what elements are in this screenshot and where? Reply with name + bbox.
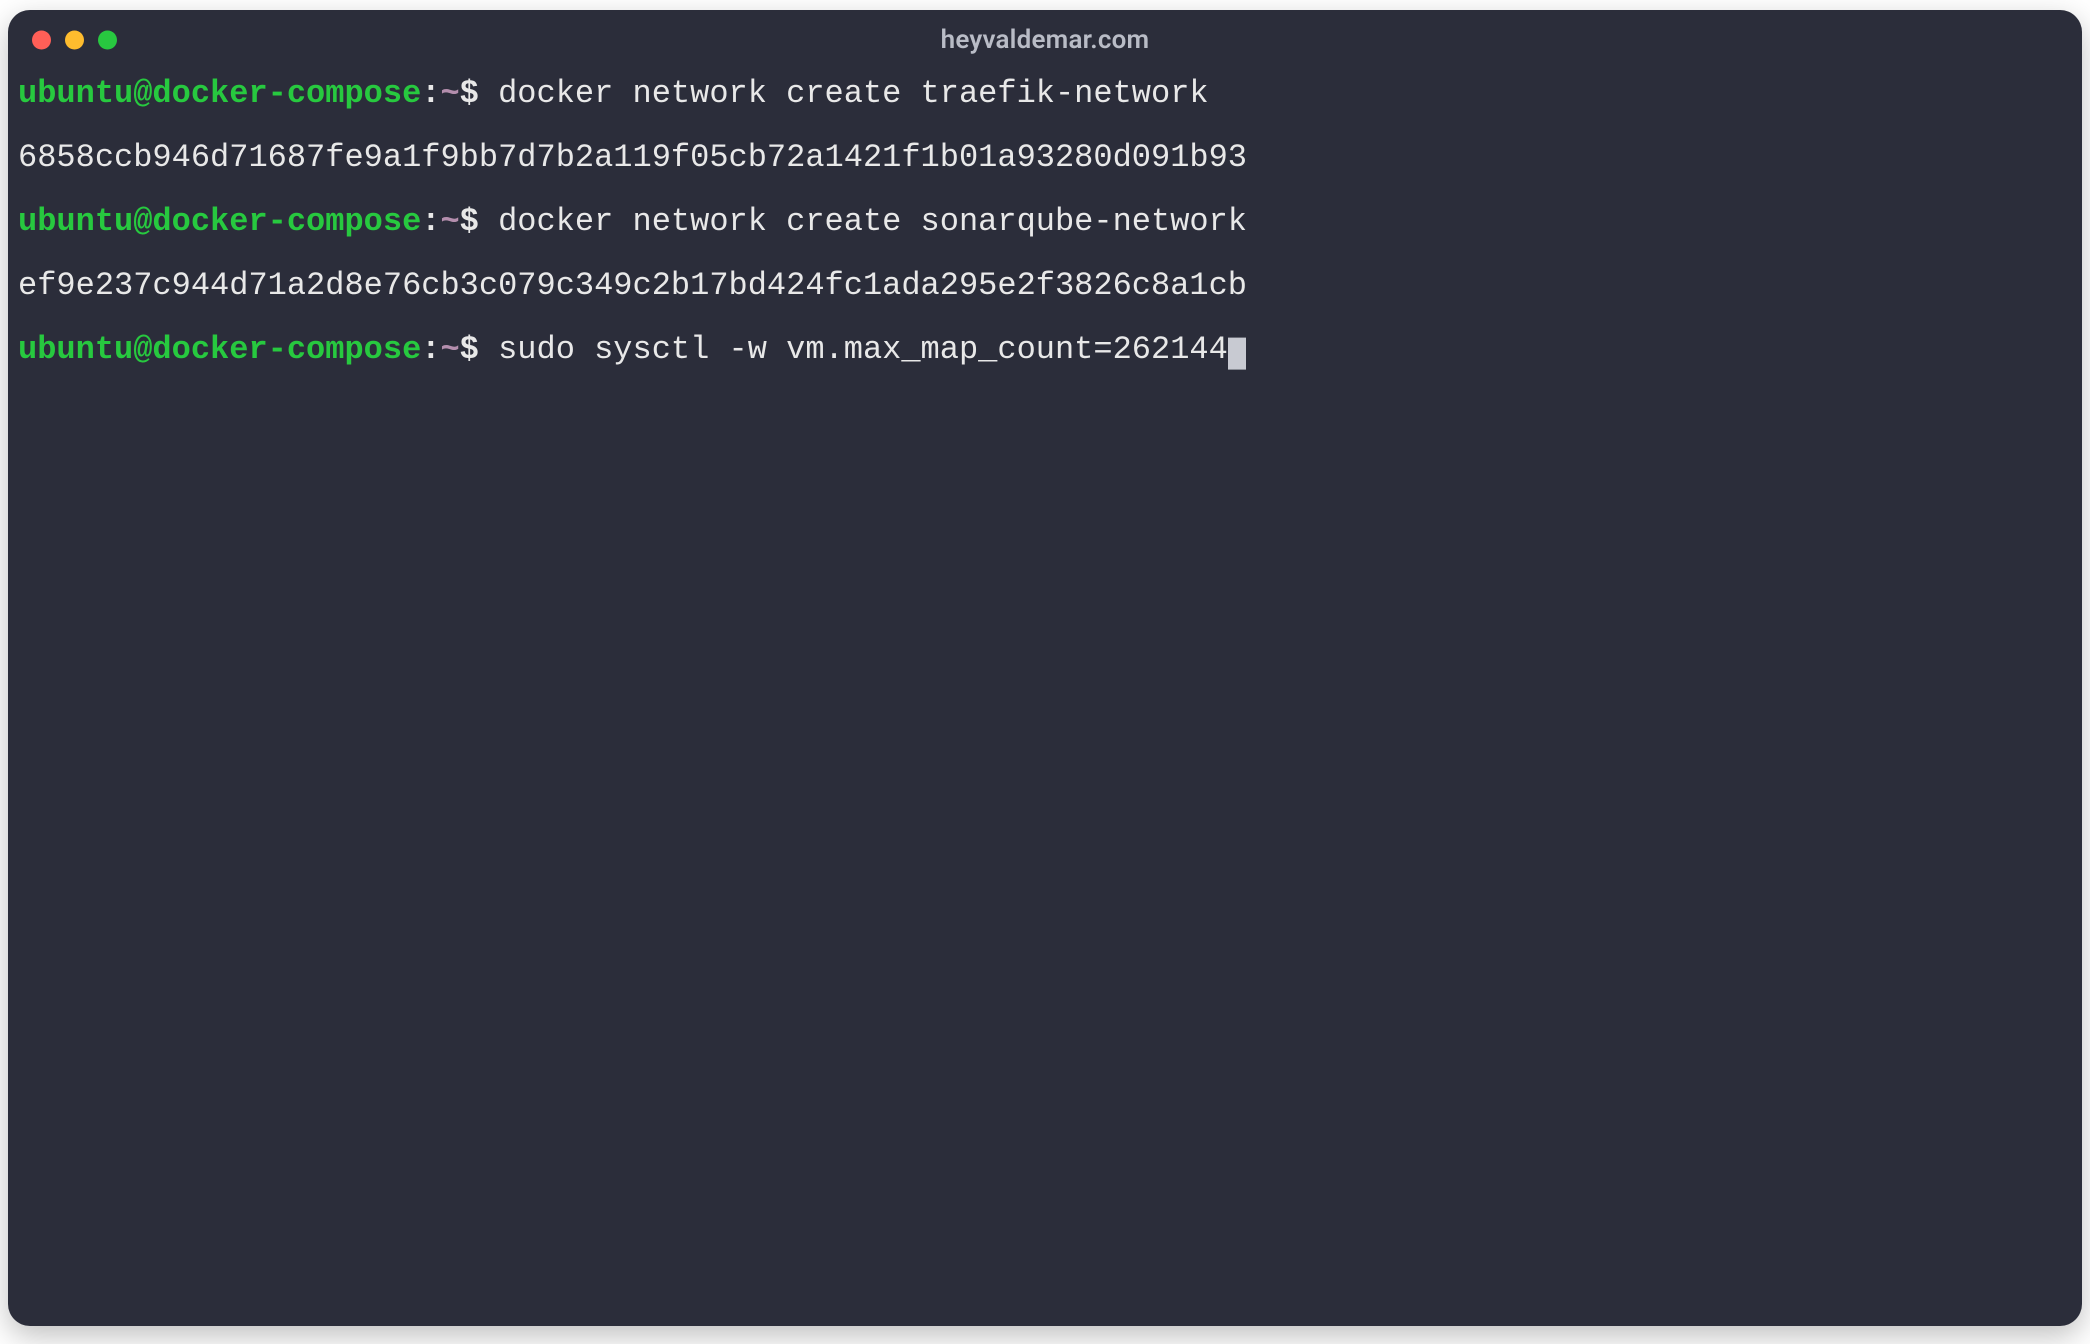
zoom-icon[interactable]: [98, 31, 117, 50]
prompt-at: @: [133, 331, 152, 368]
prompt-symbol: $: [460, 203, 479, 240]
prompt-path: ~: [440, 203, 459, 240]
prompt-colon: :: [421, 75, 440, 112]
command-text: sudo sysctl -w vm.max_map_count=262144: [479, 331, 1228, 368]
prompt-symbol: $: [460, 75, 479, 112]
titlebar: heyvaldemar.com: [8, 10, 2082, 70]
terminal-line: ubuntu@docker-compose:~$ sudo sysctl -w …: [18, 334, 2072, 368]
prompt-symbol: $: [460, 331, 479, 368]
minimize-icon[interactable]: [65, 31, 84, 50]
prompt-path: ~: [440, 75, 459, 112]
traffic-lights: [32, 31, 117, 50]
prompt-user: ubuntu: [18, 203, 133, 240]
prompt-host: docker-compose: [152, 203, 421, 240]
command: docker network create traefik-network: [498, 75, 1209, 112]
prompt-user: ubuntu: [18, 75, 133, 112]
close-icon[interactable]: [32, 31, 51, 50]
command: docker network create sonarqube-network: [498, 203, 1247, 240]
terminal-line: ubuntu@docker-compose:~$ docker network …: [18, 206, 2072, 238]
window-title: heyvaldemar.com: [941, 25, 1150, 55]
command-text: docker network create sonarqube-network: [479, 203, 1247, 240]
prompt-colon: :: [421, 331, 440, 368]
cursor-icon: [1228, 338, 1247, 370]
prompt-host: docker-compose: [152, 331, 421, 368]
terminal-line: ubuntu@docker-compose:~$ docker network …: [18, 78, 2072, 110]
terminal-window: heyvaldemar.com ubuntu@docker-compose:~$…: [8, 10, 2082, 1326]
output-line: ef9e237c944d71a2d8e76cb3c079c349c2b17bd4…: [18, 270, 2072, 302]
prompt-colon: :: [421, 203, 440, 240]
terminal-body[interactable]: ubuntu@docker-compose:~$ docker network …: [8, 70, 2082, 1326]
command-text: docker network create traefik-network: [479, 75, 1209, 112]
prompt-user: ubuntu: [18, 331, 133, 368]
prompt-path: ~: [440, 331, 459, 368]
prompt-at: @: [133, 203, 152, 240]
prompt-at: @: [133, 75, 152, 112]
prompt-host: docker-compose: [152, 75, 421, 112]
command: sudo sysctl -w vm.max_map_count=262144: [498, 331, 1228, 368]
output-line: 6858ccb946d71687fe9a1f9bb7d7b2a119f05cb7…: [18, 142, 2072, 174]
